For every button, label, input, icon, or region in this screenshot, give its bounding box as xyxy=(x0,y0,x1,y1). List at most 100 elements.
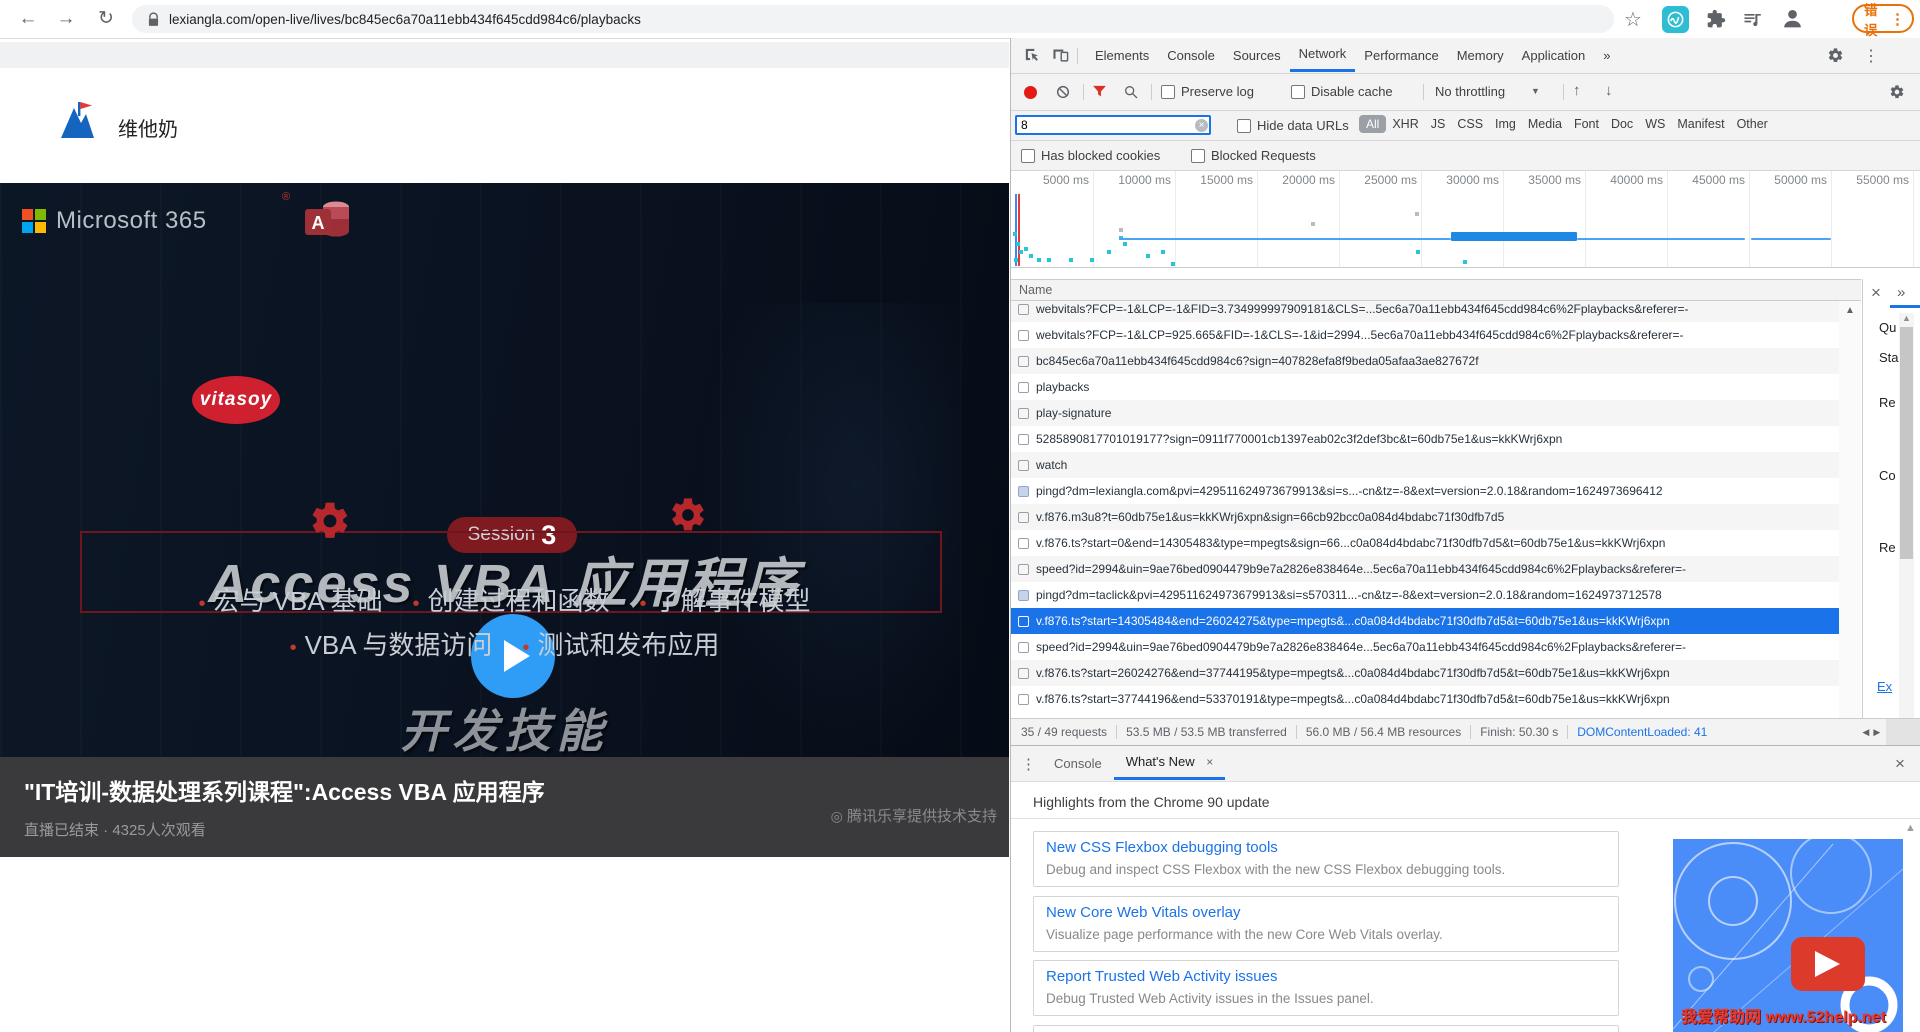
network-request-row[interactable]: v.f876.ts?start=26024276&end=37744195&ty… xyxy=(1011,660,1839,686)
request-list-scrollbar[interactable]: ▲ xyxy=(1839,301,1861,718)
drawer-menu-icon[interactable]: ⋮ xyxy=(1021,755,1036,773)
type-filter-js[interactable]: JS xyxy=(1431,117,1446,131)
devtools-tab-application[interactable]: Application xyxy=(1513,39,1595,72)
details-overflow-tabs-icon[interactable]: » xyxy=(1897,284,1905,301)
timeline-tick-label: 50000 ms xyxy=(1749,173,1827,187)
type-filter-css[interactable]: CSS xyxy=(1457,117,1483,131)
address-bar[interactable]: lexiangla.com/open-live/lives/bc845ec6a7… xyxy=(132,5,1614,33)
extension-app-icon[interactable] xyxy=(1662,6,1689,33)
devtools-settings-gear-icon[interactable] xyxy=(1827,47,1844,67)
explanation-link[interactable]: Ex xyxy=(1877,679,1892,694)
type-filter-media[interactable]: Media xyxy=(1528,117,1562,131)
whats-new-card-title[interactable]: New CSS Flexbox debugging tools xyxy=(1046,839,1606,856)
network-request-row[interactable]: speed?id=2994&uin=9ae76bed0904479b9e7a28… xyxy=(1011,634,1839,660)
type-filter-img[interactable]: Img xyxy=(1495,117,1516,131)
type-filter-ws[interactable]: WS xyxy=(1645,117,1665,131)
clear-filter-icon[interactable]: × xyxy=(1195,119,1208,132)
details-scroll-up-icon[interactable]: ▲ xyxy=(1899,313,1914,323)
type-filter-other[interactable]: Other xyxy=(1737,117,1768,131)
type-filter-doc[interactable]: Doc xyxy=(1611,117,1633,131)
network-name-column-header[interactable]: Name xyxy=(1011,279,1861,301)
blocked-requests-checkbox[interactable] xyxy=(1191,149,1205,163)
network-overview-timeline[interactable]: 5000 ms10000 ms15000 ms20000 ms25000 ms3… xyxy=(1011,171,1920,268)
live-meta: 直播已结束 · 4325人次观看 xyxy=(24,819,206,840)
drawer-scroll-up-icon[interactable]: ▲ xyxy=(1905,822,1916,834)
network-request-row[interactable]: watch xyxy=(1011,452,1839,478)
forward-icon[interactable]: → xyxy=(52,5,80,33)
profile-avatar[interactable] xyxy=(1780,6,1805,36)
scroll-up-icon[interactable]: ▲ xyxy=(1839,305,1861,316)
filter-icon[interactable] xyxy=(1091,83,1108,103)
summary-scroll-left-icon[interactable]: ◀ xyxy=(1862,727,1869,738)
network-request-row[interactable]: v.f876.m3u8?t=60db75e1&us=kkKWrj6xpn&sig… xyxy=(1011,504,1839,530)
network-request-list[interactable]: webvitals?FCP=-1&LCP=-1&FID=3.7349999979… xyxy=(1011,301,1839,718)
back-icon[interactable]: ← xyxy=(14,5,42,33)
extensions-puzzle-icon[interactable] xyxy=(1706,9,1726,34)
close-drawer-icon[interactable]: × xyxy=(1895,754,1905,774)
whats-new-card[interactable]: New Core Web Vitals overlayVisualize pag… xyxy=(1033,896,1619,952)
network-request-row[interactable]: bc845ec6a70a11ebb434f645cdd984c6?sign=40… xyxy=(1011,348,1839,374)
drawer-tab-whats-new[interactable]: What's New × xyxy=(1114,747,1226,780)
summary-scroll-right-icon[interactable]: ▶ xyxy=(1873,727,1880,738)
has-blocked-cookies-checkbox[interactable] xyxy=(1021,149,1035,163)
record-network-log-icon[interactable] xyxy=(1024,86,1037,99)
devtools-tab-sources[interactable]: Sources xyxy=(1224,39,1290,72)
network-settings-gear-icon[interactable] xyxy=(1889,84,1905,103)
whats-new-card[interactable] xyxy=(1033,1025,1619,1032)
more-tabs-icon[interactable]: » xyxy=(1594,39,1619,72)
lock-icon xyxy=(148,12,159,27)
hide-data-urls-checkbox[interactable] xyxy=(1237,119,1251,133)
drawer-tab-console[interactable]: Console xyxy=(1042,747,1114,780)
browser-error-button[interactable]: 错误 ⋮ xyxy=(1852,4,1914,33)
inspect-element-icon[interactable] xyxy=(1023,46,1040,66)
import-har-icon[interactable]: ↑ xyxy=(1573,82,1581,99)
network-request-row[interactable]: speed?id=2994&uin=9ae76bed0904479b9e7a28… xyxy=(1011,556,1839,582)
network-filter-input[interactable] xyxy=(1015,115,1211,135)
type-filter-xhr[interactable]: XHR xyxy=(1392,117,1418,131)
disable-cache-label: Disable cache xyxy=(1311,84,1393,99)
playlist-icon[interactable] xyxy=(1742,9,1762,34)
network-request-row[interactable]: pingd?dm=lexiangla.com&pvi=4295116249736… xyxy=(1011,478,1839,504)
whats-new-card[interactable]: Report Trusted Web Activity issuesDebug … xyxy=(1033,960,1619,1016)
network-request-row[interactable]: v.f876.ts?start=0&end=14305483&type=mpeg… xyxy=(1011,530,1839,556)
network-request-row[interactable]: pingd?dm=taclick&pvi=429511624973679913&… xyxy=(1011,582,1839,608)
clear-network-log-icon[interactable] xyxy=(1055,84,1071,103)
whats-new-card-title[interactable]: Report Trusted Web Activity issues xyxy=(1046,968,1606,985)
close-whats-new-tab-icon[interactable]: × xyxy=(1206,755,1213,769)
network-request-row[interactable]: webvitals?FCP=-1&LCP=925.665&FID=-1&CLS=… xyxy=(1011,322,1839,348)
throttling-select[interactable]: No throttling xyxy=(1435,84,1505,99)
devtools-menu-icon[interactable]: ⋮ xyxy=(1863,46,1879,66)
type-filter-all[interactable]: All xyxy=(1359,115,1386,133)
bookmark-star-icon[interactable]: ☆ xyxy=(1624,7,1642,32)
throttling-dropdown-icon[interactable]: ▼ xyxy=(1531,86,1540,96)
devtools-tab-network[interactable]: Network xyxy=(1290,39,1356,72)
devtools-tab-elements[interactable]: Elements xyxy=(1086,39,1158,72)
reload-icon[interactable]: ↻ xyxy=(92,5,120,33)
export-har-icon[interactable]: ↓ xyxy=(1605,82,1613,99)
devtools-tab-memory[interactable]: Memory xyxy=(1448,39,1513,72)
device-toolbar-icon[interactable] xyxy=(1052,46,1069,66)
video-player[interactable]: Microsoft 365 vitasoy ® A Session 3 Acce… xyxy=(0,183,1009,757)
disable-cache-checkbox[interactable] xyxy=(1291,85,1305,99)
devtools-tab-performance[interactable]: Performance xyxy=(1355,39,1447,72)
chrome90-illustration[interactable]: 我爱帮助网 www.52help.net xyxy=(1673,839,1903,1032)
request-name: webvitals?FCP=-1&LCP=-1&FID=3.7349999979… xyxy=(1036,302,1689,316)
devtools-tab-console[interactable]: Console xyxy=(1158,39,1224,72)
whats-new-card[interactable]: New CSS Flexbox debugging toolsDebug and… xyxy=(1033,831,1619,887)
close-details-icon[interactable]: × xyxy=(1871,283,1881,303)
network-request-row[interactable]: webvitals?FCP=-1&LCP=-1&FID=3.7349999979… xyxy=(1011,301,1839,322)
network-request-row[interactable]: v.f876.ts?start=14305484&end=26024275&ty… xyxy=(1011,608,1839,634)
details-scrollbar[interactable]: ▲ xyxy=(1899,313,1914,737)
network-request-row[interactable]: 5285890817701019177?sign=0911f770001cb13… xyxy=(1011,426,1839,452)
network-request-row[interactable]: v.f876.ts?start=37744196&end=53370191&ty… xyxy=(1011,686,1839,712)
whats-new-card-title[interactable]: New Core Web Vitals overlay xyxy=(1046,904,1606,921)
search-icon[interactable] xyxy=(1123,84,1139,103)
browser-toolbar: ← → ↻ lexiangla.com/open-live/lives/bc84… xyxy=(0,0,1920,39)
network-request-row[interactable]: playbacks xyxy=(1011,374,1839,400)
preserve-log-checkbox[interactable] xyxy=(1161,85,1175,99)
network-request-row[interactable]: play-signature xyxy=(1011,400,1839,426)
error-menu-icon[interactable]: ⋮ xyxy=(1890,10,1905,28)
org-logo[interactable] xyxy=(48,96,102,150)
type-filter-manifest[interactable]: Manifest xyxy=(1677,117,1724,131)
type-filter-font[interactable]: Font xyxy=(1574,117,1599,131)
